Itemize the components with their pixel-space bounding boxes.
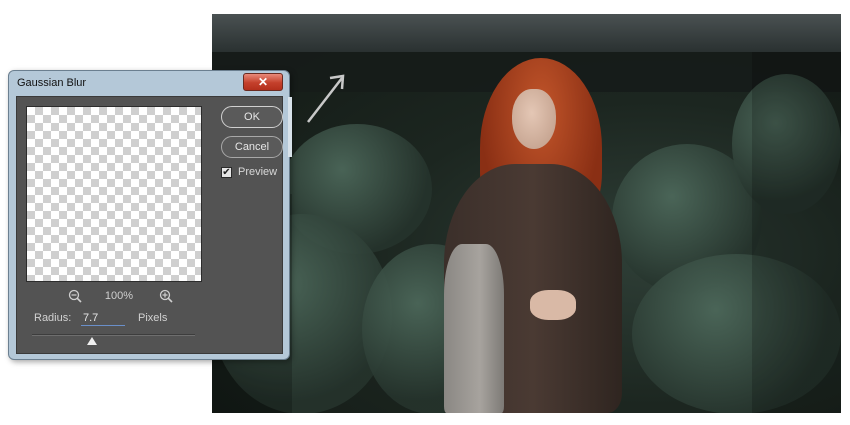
- close-button[interactable]: ✕: [243, 73, 283, 91]
- radius-input[interactable]: [81, 310, 125, 326]
- dialog-title: Gaussian Blur: [17, 77, 87, 89]
- zoom-level: 100%: [104, 290, 134, 302]
- radius-slider-track[interactable]: [32, 334, 195, 336]
- photo-subject-face: [512, 89, 556, 149]
- gaussian-blur-dialog: Gaussian Blur ✕ 100% Radius: Pixels: [8, 70, 292, 360]
- photo-subject-sweater: [444, 244, 504, 413]
- close-icon: ✕: [257, 75, 269, 89]
- zoom-out-icon[interactable]: [68, 289, 82, 303]
- photo-subject-hands: [530, 290, 576, 320]
- ok-button[interactable]: OK: [221, 106, 283, 128]
- zoom-in-icon[interactable]: [159, 289, 173, 303]
- preview-canvas[interactable]: [26, 106, 202, 282]
- check-icon: ✔: [222, 167, 231, 178]
- preview-checkbox[interactable]: ✔: [221, 167, 232, 178]
- radius-label: Radius:: [34, 312, 72, 324]
- stage: Gaussian Blur ✕ 100% Radius: Pixels: [0, 0, 850, 425]
- cancel-button[interactable]: Cancel: [221, 136, 283, 158]
- radius-slider-thumb[interactable]: [87, 337, 97, 345]
- radius-unit-label: Pixels: [138, 312, 168, 324]
- photo-shift-band: [752, 52, 841, 413]
- arrow-icon: [307, 74, 345, 123]
- dialog-body: 100% Radius: Pixels OK Cancel ✔ Preview: [16, 96, 283, 354]
- dialog-scroll-edge: [288, 97, 292, 157]
- dialog-titlebar[interactable]: Gaussian Blur ✕: [9, 71, 289, 95]
- preview-label: Preview: [238, 166, 278, 178]
- photo-sky: [212, 14, 841, 52]
